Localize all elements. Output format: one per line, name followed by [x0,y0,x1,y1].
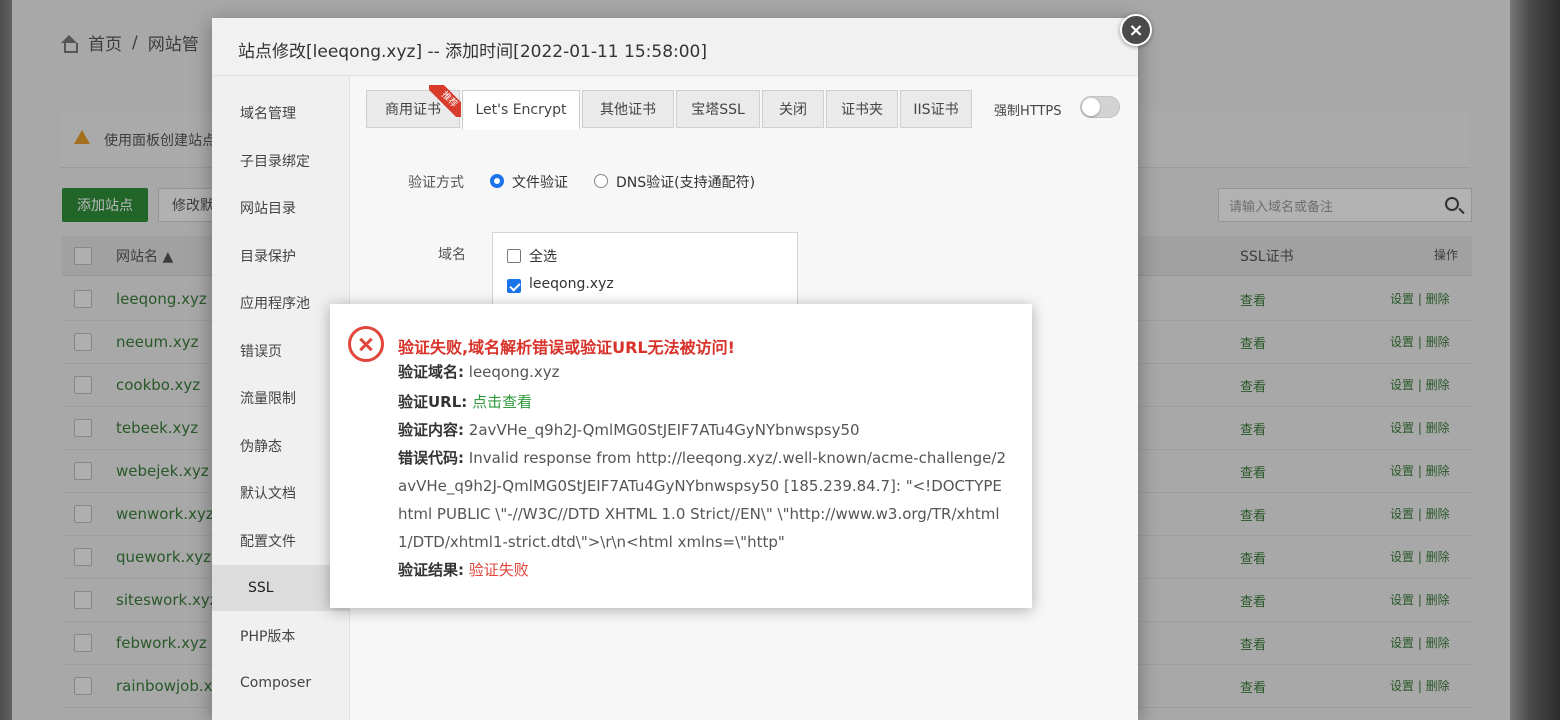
radio-file-verify[interactable] [490,174,504,188]
error-domain-value: leeqong.xyz [468,363,560,381]
ssl-tab-label: 关闭 [779,102,807,118]
domain-label: 域名 [438,247,466,263]
error-content-value: 2avVHe_q9h2J-QmlMG0StJEIF7ATu4GyNYbnwsps… [468,421,860,439]
radio-dns-verify-label[interactable]: DNS验证(支持通配符) [616,172,755,192]
error-domain-key: 验证域名: [398,363,464,381]
error-content-key: 验证内容: [398,421,464,439]
error-url-key: 验证URL: [398,393,468,411]
recommend-ribbon: 推荐 [429,85,461,117]
ssl-tab-label: IIS证书 [913,102,959,118]
error-code-row: 错误代码: Invalid response from http://leeqo… [398,444,1010,556]
select-all-label[interactable]: 全选 [529,246,557,266]
error-result-row: 验证结果: 验证失败 [398,556,529,584]
side-menu-item[interactable]: 重定向 [212,708,350,720]
force-https-toggle[interactable] [1080,96,1120,118]
ssl-tab[interactable]: 其他证书 [582,90,674,128]
ssl-tab[interactable]: Let's Encrypt [462,90,580,130]
error-code-key: 错误代码: [398,449,464,467]
error-domain-row: 验证域名: leeqong.xyz [398,358,560,386]
domain-checkbox-label[interactable]: leeqong.xyz [529,276,614,292]
error-url-link[interactable]: 点击查看 [472,393,532,411]
side-menu-item[interactable]: 网站目录 [212,185,350,231]
ssl-tab-label: Let's Encrypt [475,102,567,118]
error-title: 验证失败,域名解析错误或验证URL无法被访问! [398,338,735,357]
dialog-title: 站点修改[leeqong.xyz] -- 添加时间[2022-01-11 15:… [238,42,708,62]
error-code-value: Invalid response from http://leeqong.xyz… [398,449,1006,551]
error-popup: 验证失败,域名解析错误或验证URL无法被访问! 验证域名: leeqong.xy… [330,304,1032,608]
error-result-key: 验证结果: [398,561,464,579]
side-menu-item[interactable]: 目录保护 [212,233,350,279]
ssl-tab-label: 其他证书 [600,102,656,118]
force-https-label: 强制HTTPS [994,104,1062,119]
ssl-tab-label: 证书夹 [841,102,883,118]
error-url-row: 验证URL: 点击查看 [398,388,532,416]
ssl-tab[interactable]: IIS证书 [900,90,972,128]
error-circle-icon [348,326,384,362]
domain-checkbox[interactable] [507,279,521,293]
close-icon: × [1128,19,1144,41]
side-menu-item[interactable]: 子目录绑定 [212,138,350,184]
radio-file-verify-label[interactable]: 文件验证 [512,172,568,192]
ribbon-label: 推荐 [429,85,461,117]
dialog-header: 站点修改[leeqong.xyz] -- 添加时间[2022-01-11 15:… [212,18,1138,76]
select-all-domains-checkbox[interactable] [507,249,521,263]
ssl-tab[interactable]: 商用证书 推荐 [366,85,461,128]
side-menu-item[interactable]: PHP版本 [212,613,350,659]
ssl-tab-label: 宝塔SSL [691,102,745,118]
error-result-value: 验证失败 [468,561,529,579]
close-dialog-button[interactable]: × [1120,14,1152,46]
ssl-tab[interactable]: 证书夹 [826,90,898,128]
screen-bezel-right [1510,0,1560,720]
side-menu-item[interactable]: Composer [212,660,350,706]
side-menu-item[interactable]: 域名管理 [212,90,350,136]
toggle-knob [1082,98,1100,116]
ssl-tab[interactable]: 宝塔SSL [676,90,760,128]
verify-method-label: 验证方式 [408,175,464,191]
ssl-tab[interactable]: 关闭 [762,90,824,128]
error-content-row: 验证内容: 2avVHe_q9h2J-QmlMG0StJEIF7ATu4GyNY… [398,416,860,444]
radio-dns-verify[interactable] [594,174,608,188]
